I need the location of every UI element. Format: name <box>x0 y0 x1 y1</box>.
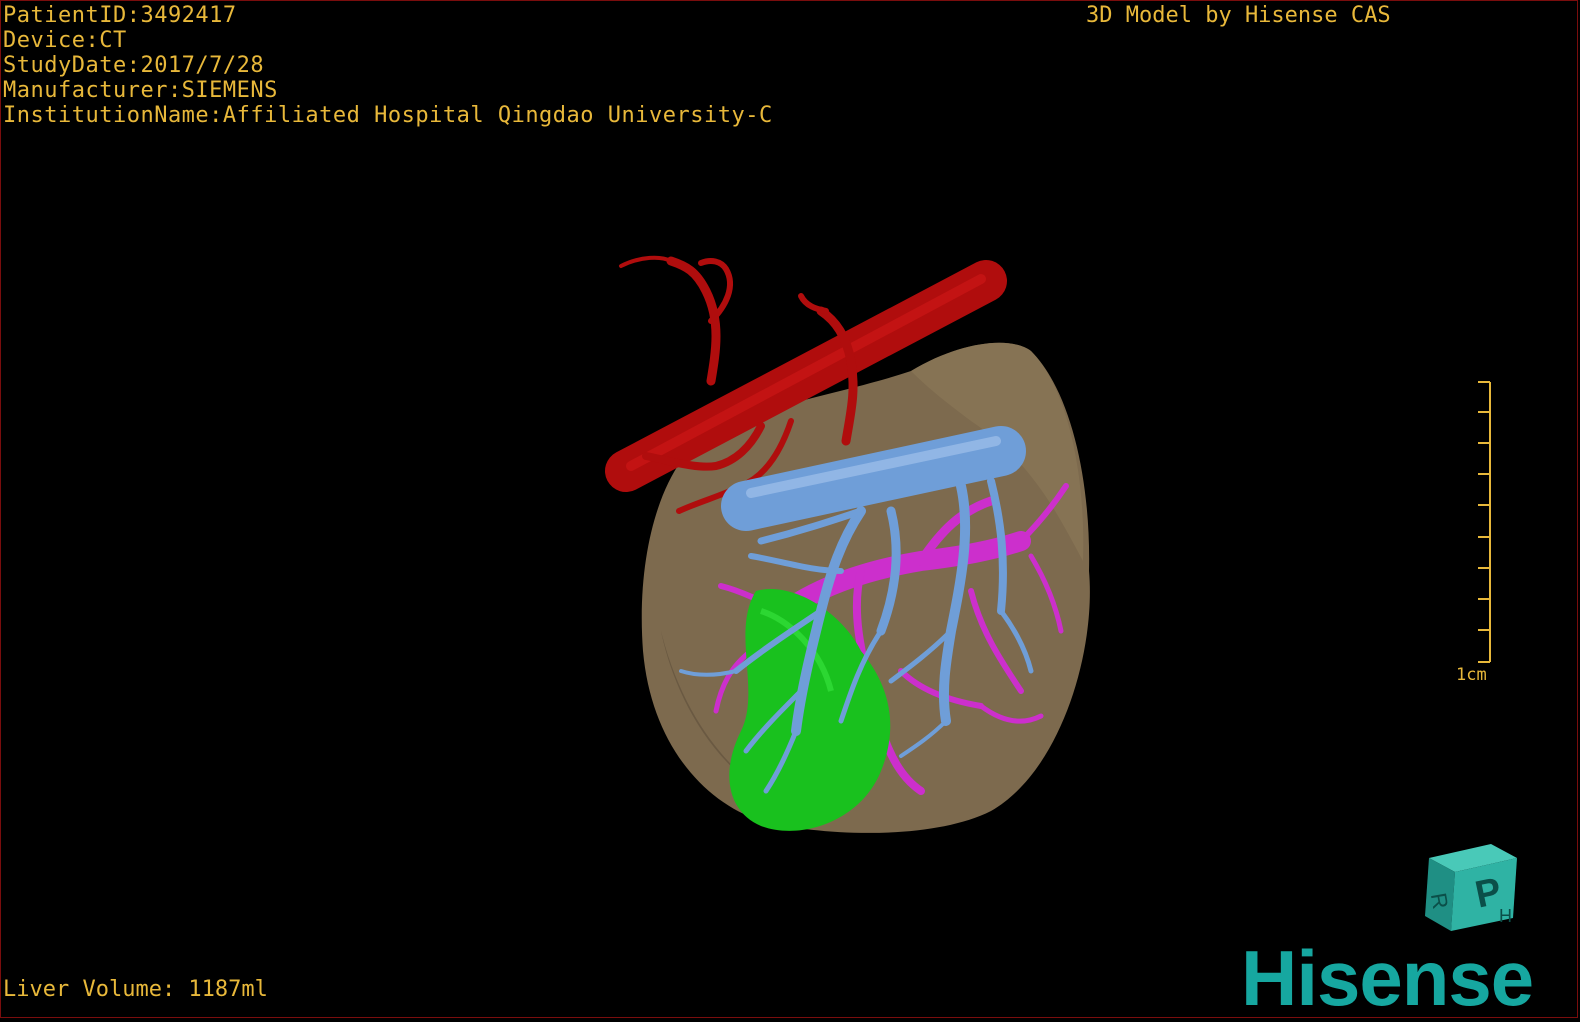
manufacturer-text: Manufacturer:SIEMENS <box>3 78 278 103</box>
hisense-logo: Hisense <box>1241 934 1534 1022</box>
institution-text: InstitutionName:Affiliated Hospital Qing… <box>3 103 773 128</box>
scale-bar <box>1478 381 1491 663</box>
study-date-text: StudyDate:2017/7/28 <box>3 53 265 78</box>
orientation-cube-icon[interactable]: P H R <box>1421 836 1521 936</box>
liver-volume-text: Liver Volume: 1187ml <box>3 977 268 1002</box>
cube-side-letter: H <box>1499 906 1512 926</box>
device-text: Device:CT <box>3 28 127 53</box>
patient-id-text: PatientID:3492417 <box>3 3 237 28</box>
scale-bar-label: 1cm <box>1456 665 1487 685</box>
render-viewport[interactable]: PatientID:3492417 Device:CT StudyDate:20… <box>0 0 1578 1018</box>
model-brand-text: 3D Model by Hisense CAS <box>1086 3 1391 28</box>
liver-3d-model[interactable] <box>561 211 1121 851</box>
dicom-info-overlay: PatientID:3492417 Device:CT StudyDate:20… <box>3 3 773 128</box>
